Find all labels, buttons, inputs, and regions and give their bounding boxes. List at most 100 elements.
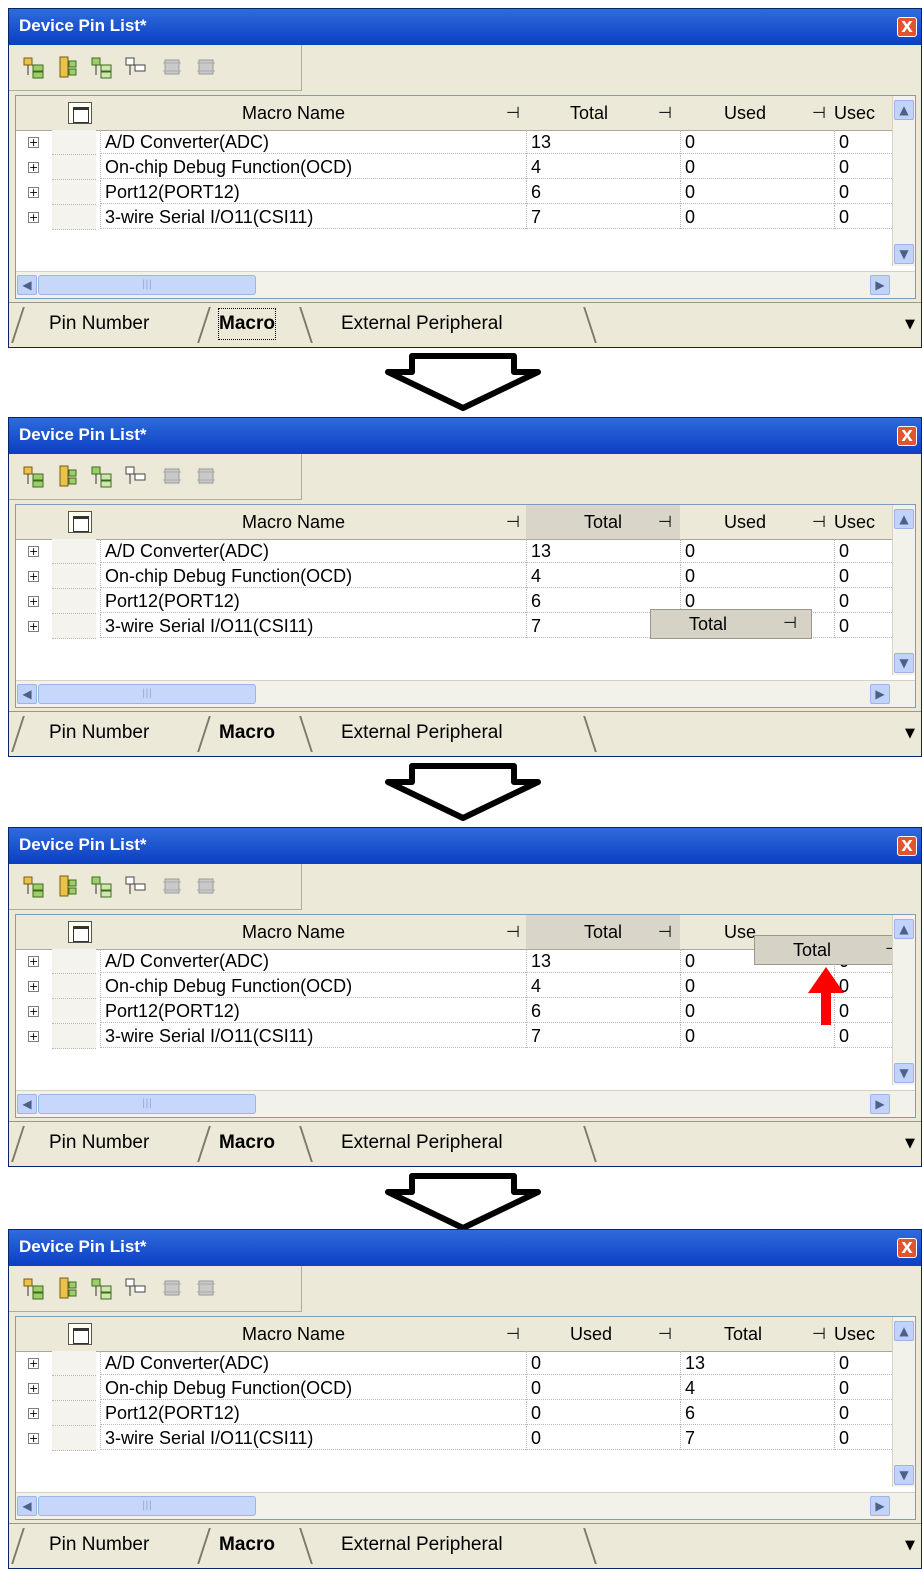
column-chooser-icon[interactable] [68, 102, 92, 124]
vertical-scrollbar[interactable]: ▲ ▼ [892, 1317, 915, 1487]
scroll-thumb[interactable]: ||| [38, 275, 256, 295]
expand-icon[interactable]: + [28, 981, 39, 992]
header-used-2[interactable]: Usec [834, 1317, 875, 1351]
tab-pin-number[interactable]: Pin Number [49, 309, 149, 339]
scroll-left-icon[interactable]: ◀ [17, 684, 37, 704]
header-macro-name[interactable]: Macro Name [242, 505, 345, 539]
pin-icon[interactable]: ⊣ [506, 96, 520, 130]
scroll-thumb[interactable]: ||| [38, 684, 256, 704]
horizontal-scrollbar[interactable]: ◀ ||| ▶ [16, 680, 915, 707]
pin-icon[interactable]: ⊣ [658, 96, 672, 130]
scroll-up-icon[interactable]: ▲ [894, 919, 914, 939]
header-used-2[interactable]: Usec [834, 505, 875, 539]
header-used-2[interactable]: Usec [834, 96, 875, 130]
tab-menu-icon[interactable]: ▼ [905, 1136, 915, 1151]
expand-icon[interactable]: + [28, 1358, 39, 1369]
header-total[interactable]: Total [570, 96, 608, 130]
expand-icon[interactable]: + [28, 1031, 39, 1042]
header-total[interactable]: Total [724, 1317, 762, 1351]
pin-icon[interactable]: ⊣ [658, 1317, 672, 1351]
vertical-scrollbar[interactable]: ▲ ▼ [892, 96, 915, 266]
expand-selected-icon[interactable] [91, 464, 113, 488]
column-chooser-icon[interactable] [68, 921, 92, 943]
expand-icon[interactable]: + [28, 1383, 39, 1394]
scroll-down-icon[interactable]: ▼ [894, 653, 914, 673]
scroll-right-icon[interactable]: ▶ [870, 275, 890, 295]
header-used[interactable]: Use [724, 915, 756, 949]
expand-all-icon[interactable] [23, 464, 45, 488]
scroll-right-icon[interactable]: ▶ [870, 684, 890, 704]
expand-icon[interactable]: + [28, 621, 39, 632]
header-used[interactable]: Used [724, 96, 766, 130]
expand-selected-icon[interactable] [91, 1276, 113, 1300]
collapse-all-icon[interactable] [57, 55, 79, 79]
scroll-right-icon[interactable]: ▶ [870, 1094, 890, 1114]
scroll-down-icon[interactable]: ▼ [894, 244, 914, 264]
table-row[interactable]: + Port12(PORT12) 6 0 0 [16, 180, 915, 205]
tab-macro[interactable]: Macro [219, 1128, 275, 1158]
tab-external-peripheral[interactable]: External Peripheral [341, 1128, 503, 1158]
scroll-left-icon[interactable]: ◀ [17, 1094, 37, 1114]
expand-all-icon[interactable] [23, 1276, 45, 1300]
collapse-selected-icon[interactable] [125, 55, 147, 79]
table-row[interactable]: + 3-wire Serial I/O11(CSI11) 7 0 0 [16, 205, 915, 230]
horizontal-scrollbar[interactable]: ◀ ||| ▶ [16, 1492, 915, 1519]
table-row[interactable]: + 3-wire Serial I/O11(CSI11) 7 0 0 [16, 1024, 915, 1049]
pin-icon[interactable]: ⊣ [658, 915, 672, 949]
pin-icon[interactable]: ⊣ [812, 1317, 826, 1351]
scroll-down-icon[interactable]: ▼ [894, 1465, 914, 1485]
expand-icon[interactable]: + [28, 187, 39, 198]
expand-selected-icon[interactable] [91, 874, 113, 898]
pin-icon[interactable]: ⊣ [506, 1317, 520, 1351]
expand-icon[interactable]: + [28, 1433, 39, 1444]
close-icon[interactable]: X [897, 17, 917, 37]
header-total[interactable]: Total [526, 915, 680, 949]
pin-icon[interactable]: ⊣ [506, 505, 520, 539]
table-row[interactable]: + Port12(PORT12) 0 6 0 [16, 1401, 915, 1426]
close-icon[interactable]: X [897, 1238, 917, 1258]
scroll-right-icon[interactable]: ▶ [870, 1496, 890, 1516]
dragged-column-header[interactable]: Total ⊣ [754, 935, 914, 965]
dragged-column-header[interactable]: Total ⊣ [650, 609, 812, 639]
scroll-left-icon[interactable]: ◀ [17, 275, 37, 295]
expand-icon[interactable]: + [28, 1006, 39, 1017]
column-chooser-icon[interactable] [68, 1323, 92, 1345]
pin-icon[interactable]: ⊣ [658, 505, 672, 539]
expand-icon[interactable]: + [28, 1408, 39, 1419]
pin-icon[interactable]: ⊣ [506, 915, 520, 949]
header-macro-name[interactable]: Macro Name [242, 915, 345, 949]
table-row[interactable]: + Port12(PORT12) 6 0 0 [16, 999, 915, 1024]
expand-all-icon[interactable] [23, 874, 45, 898]
tab-macro[interactable]: Macro [218, 308, 276, 340]
expand-icon[interactable]: + [28, 596, 39, 607]
collapse-all-icon[interactable] [57, 1276, 79, 1300]
expand-icon[interactable]: + [28, 956, 39, 967]
close-icon[interactable]: X [897, 836, 917, 856]
vertical-scrollbar[interactable]: ▲ ▼ [892, 915, 915, 1085]
vertical-scrollbar[interactable]: ▲ ▼ [892, 505, 915, 675]
header-used[interactable]: Used [724, 505, 766, 539]
expand-icon[interactable]: + [28, 162, 39, 173]
tab-menu-icon[interactable]: ▼ [905, 317, 915, 332]
collapse-selected-icon[interactable] [125, 1276, 147, 1300]
table-row[interactable]: + On-chip Debug Function(OCD) 0 4 0 [16, 1376, 915, 1401]
table-row[interactable]: + On-chip Debug Function(OCD) 4 0 0 [16, 155, 915, 180]
table-row[interactable]: + On-chip Debug Function(OCD) 4 0 0 [16, 564, 915, 589]
table-row[interactable]: + A/D Converter(ADC) 0 13 0 [16, 1351, 915, 1376]
scroll-left-icon[interactable]: ◀ [17, 1496, 37, 1516]
scroll-up-icon[interactable]: ▲ [894, 100, 914, 120]
header-macro-name[interactable]: Macro Name [242, 1317, 345, 1351]
scroll-down-icon[interactable]: ▼ [894, 1063, 914, 1083]
tab-pin-number[interactable]: Pin Number [49, 1530, 149, 1560]
expand-icon[interactable]: + [28, 212, 39, 223]
expand-selected-icon[interactable] [91, 55, 113, 79]
tab-external-peripheral[interactable]: External Peripheral [341, 718, 503, 748]
expand-all-icon[interactable] [23, 55, 45, 79]
horizontal-scrollbar[interactable]: ◀ ||| ▶ [16, 271, 915, 298]
collapse-all-icon[interactable] [57, 464, 79, 488]
column-chooser-icon[interactable] [68, 511, 92, 533]
collapse-selected-icon[interactable] [125, 464, 147, 488]
close-icon[interactable]: X [897, 426, 917, 446]
horizontal-scrollbar[interactable]: ◀ ||| ▶ [16, 1090, 915, 1117]
header-macro-name[interactable]: Macro Name [242, 96, 345, 130]
